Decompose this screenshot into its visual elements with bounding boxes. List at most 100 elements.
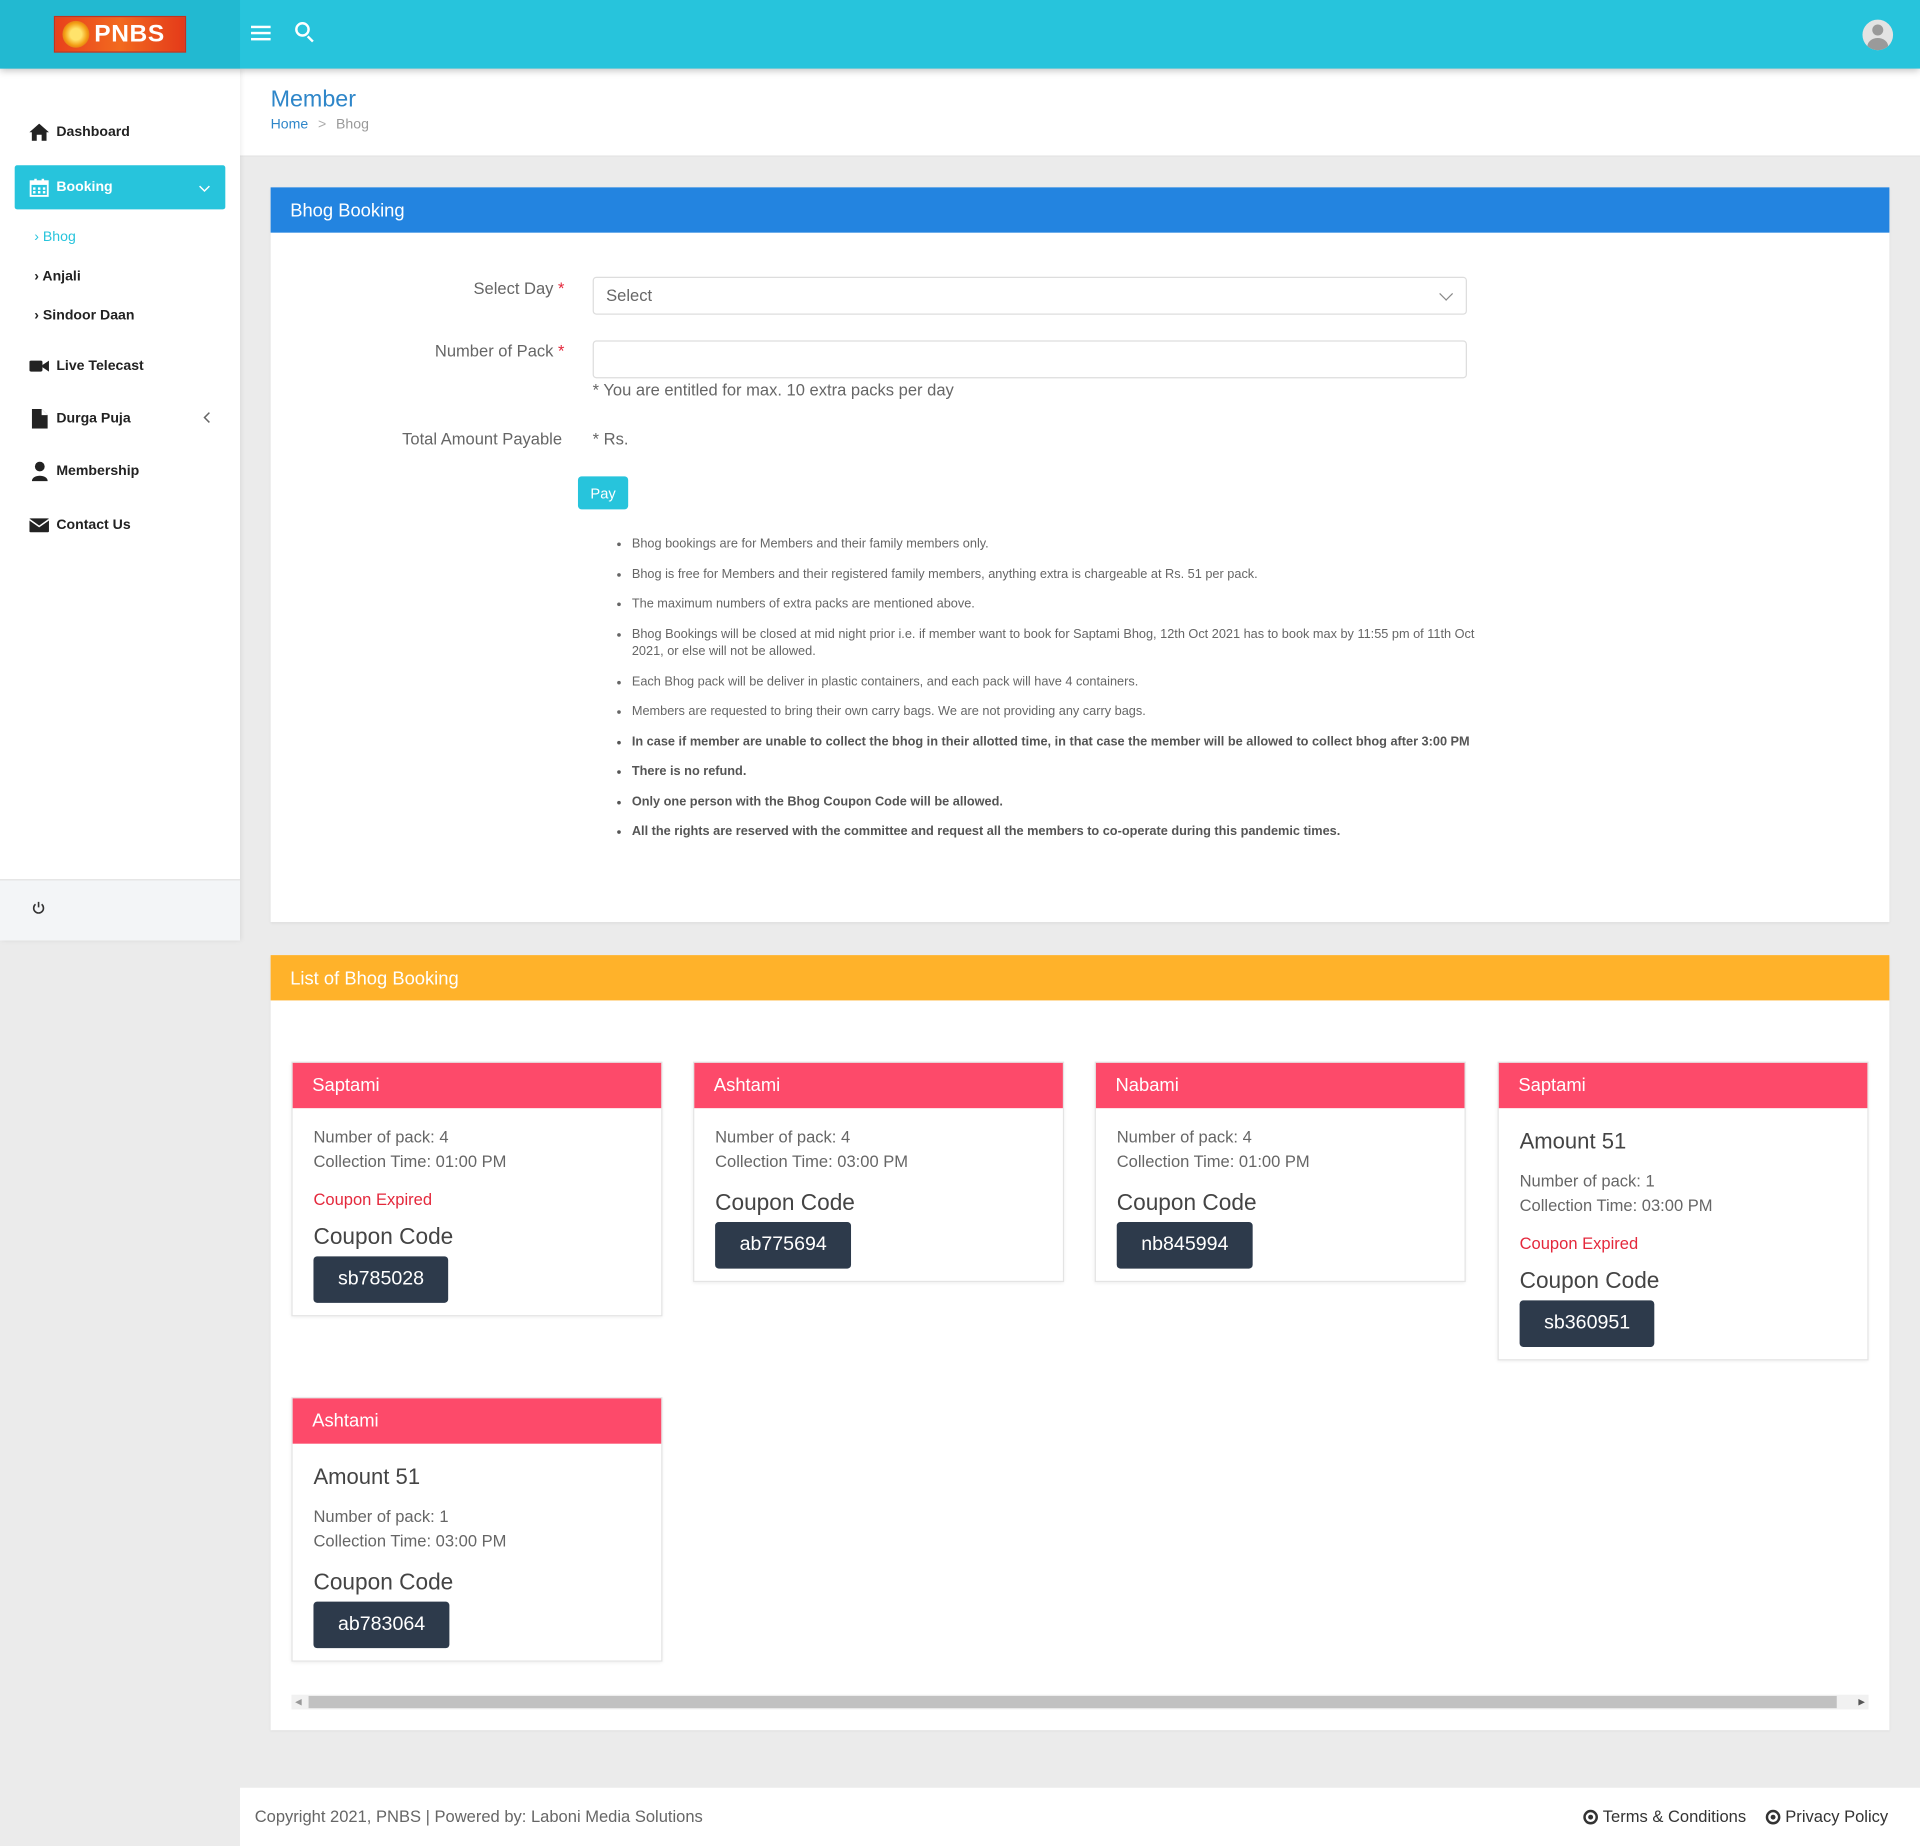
booking-collection-time: Collection Time: 03:00 PM [715,1152,909,1171]
booking-card: Saptami Number of pack: 4 Collection Time:… [291,1061,663,1317]
sidebar-item-label: Contact Us [56,517,131,533]
calendar-icon [29,178,49,198]
coupon-status: Coupon Expired [313,1190,433,1209]
durga-emblem-icon [62,20,90,48]
envelope-icon [29,516,49,536]
booking-rule-item: Members are requested to bring their own… [632,704,1477,722]
select-day-label: Select Day * [473,279,565,298]
bhog-booking-title: Bhog Booking [270,187,1890,233]
page-header: Member Home > Bhog [240,68,1920,157]
booking-packs: Number of pack: 1 [1519,1171,1655,1191]
horizontal-scrollbar[interactable]: ◀ ▶ [291,1694,1869,1710]
sidebar-item-contact-us[interactable]: Contact Us [15,503,226,547]
bhog-booking-card: Bhog Booking Select Day * Select Number … [270,187,1890,923]
booking-rule-item: All the rights are reserved with the com… [632,824,1477,842]
coupon-code-badge[interactable]: ab783064 [313,1601,450,1649]
app-root: PNBS Dashboard Booking › Bhog › Anjali ›… [0,0,1920,1846]
booking-rules-list: Bhog bookings are for Members and their … [632,536,1477,854]
video-camera-icon [29,356,49,376]
top-bar: PNBS [0,0,1920,69]
logo-area: PNBS [0,0,241,69]
brand-logo-text: PNBS [94,20,165,48]
booking-card: Ashtami Amount 51 Number of pack: 1 Collect… [291,1397,663,1662]
terms-link[interactable]: Terms & Conditions [1583,1807,1746,1826]
chevron-down-icon [198,179,210,196]
home-icon [29,122,49,142]
sidebar-subitem-anjali[interactable]: › Anjali [34,269,80,284]
pack-limit-hint: * You are entitled for max. 10 extra pac… [592,380,954,400]
booking-rule-item: Only one person with the Bhog Coupon Cod… [632,794,1477,812]
booking-day: Nabami [1095,1062,1465,1109]
sidebar-subitem-sindoor-daan[interactable]: › Sindoor Daan [34,309,134,324]
breadcrumb: Home > Bhog [271,118,369,133]
breadcrumb-home-link[interactable]: Home [271,118,309,133]
booking-rule-item: Bhog bookings are for Members and their … [632,536,1477,554]
sidebar-item-membership[interactable]: Membership [15,449,226,493]
sidebar-item-label: Dashboard [56,124,130,140]
sidebar-item-dashboard[interactable]: Dashboard [15,110,226,154]
booking-rule-item: In case if member are unable to collect … [632,734,1477,752]
coupon-code-label: Coupon Code [1116,1188,1257,1215]
coupon-status: Coupon Expired [1519,1234,1639,1253]
pay-button[interactable]: Pay [577,476,629,510]
booking-day: Saptami [292,1062,662,1109]
booking-rule-item: There is no refund. [632,764,1477,782]
user-avatar-icon[interactable] [1862,19,1894,51]
booking-packs: Number of pack: 1 [313,1507,449,1526]
chevron-down-icon [1439,286,1454,301]
page-title: Member [270,86,356,113]
number-of-pack-label: Number of Pack * [434,341,565,361]
booking-day: Saptami [1498,1062,1868,1109]
booking-rule-item: Each Bhog pack will be deliver in plasti… [632,674,1477,692]
breadcrumb-separator: > [317,117,327,133]
sidebar: Dashboard Booking › Bhog › Anjali › Sind… [0,68,241,941]
footer-links: Terms & Conditions Privacy Policy [1583,1807,1888,1826]
select-day-dropdown[interactable]: Select [592,276,1467,315]
coupon-code-badge[interactable]: nb845994 [1116,1222,1253,1269]
booking-card: Ashtami Number of pack: 4 Collection Time:… [693,1061,1065,1283]
privacy-icon [1765,1809,1781,1824]
booking-day: Ashtami [292,1398,662,1444]
brand-logo[interactable]: PNBS [53,15,187,53]
scroll-left-arrow-icon[interactable]: ◀ [295,1697,302,1707]
coupon-code-badge[interactable]: sb785028 [313,1256,449,1303]
booking-rule-item: The maximum numbers of extra packs are m… [632,596,1477,614]
booking-collection-time: Collection Time: 03:00 PM [1519,1196,1713,1215]
sidebar-item-durga-puja[interactable]: Durga Puja [15,397,226,441]
booking-collection-time: Collection Time: 01:00 PM [1116,1152,1310,1171]
power-icon[interactable] [32,900,45,918]
sidebar-item-booking[interactable]: Booking [14,165,226,210]
sidebar-item-label: Membership [56,464,140,479]
coupon-code-badge[interactable]: sb360951 [1519,1300,1655,1347]
coupon-code-label: Coupon Code [313,1568,454,1595]
terms-icon [1583,1809,1598,1824]
sidebar-item-live-telecast[interactable]: Live Telecast [15,344,226,388]
chevron-left-icon [203,410,210,427]
scroll-right-arrow-icon[interactable]: ▶ [1858,1697,1865,1707]
privacy-link[interactable]: Privacy Policy [1765,1807,1888,1826]
coupon-code-label: Coupon Code [313,1223,454,1249]
booking-collection-time: Collection Time: 01:00 PM [313,1152,507,1171]
booking-card: Saptami Amount 51 Number of pack: 1 Collect… [1497,1061,1869,1361]
booking-card: Nabami Number of pack: 4 Collection Time: … [1094,1061,1466,1283]
booking-amount: Amount 51 [1519,1128,1627,1154]
booking-collection-time: Collection Time: 03:00 PM [313,1531,507,1551]
booking-amount: Amount 51 [313,1464,421,1489]
total-amount-label: Total Amount Payable [402,429,563,449]
booking-day: Ashtami [694,1062,1063,1109]
scrollbar-thumb[interactable] [308,1695,1837,1709]
sidebar-item-label: Live Telecast [56,358,144,374]
booking-rule-item: Bhog Bookings will be closed at mid nigh… [632,626,1477,662]
sidebar-subitem-bhog[interactable]: › Bhog [34,230,76,245]
booking-rule-item: Bhog is free for Members and their regis… [632,566,1477,584]
user-icon [29,461,49,482]
booking-packs: Number of pack: 4 [715,1127,851,1147]
hamburger-icon[interactable] [251,23,271,43]
coupon-code-badge[interactable]: ab775694 [715,1222,852,1269]
copyright-text: Copyright 2021, PNBS | Powered by: Labon… [254,1807,703,1826]
breadcrumb-current: Bhog [336,117,369,133]
sidebar-item-label: Durga Puja [56,411,131,427]
search-icon[interactable] [294,21,316,43]
number-of-pack-input[interactable] [592,340,1467,379]
page-footer: Copyright 2021, PNBS | Powered by: Labon… [240,1787,1920,1846]
